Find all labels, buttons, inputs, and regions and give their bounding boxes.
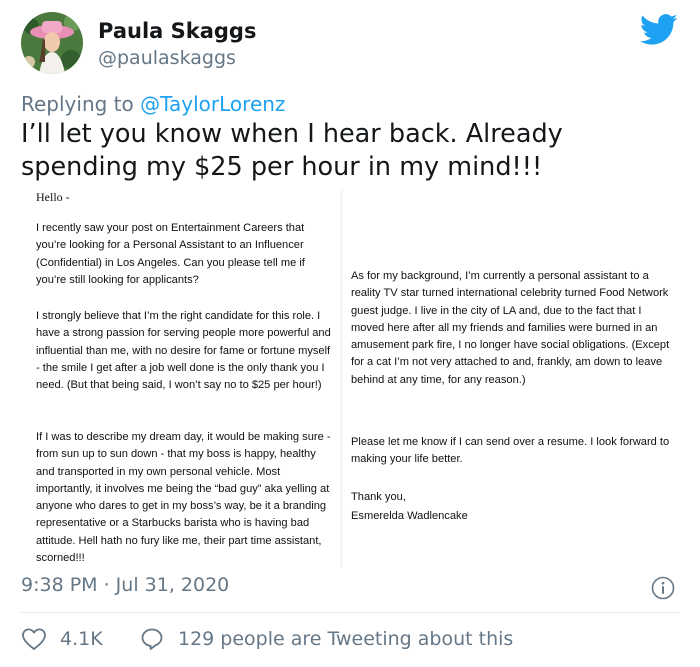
like-button[interactable]: 4.1K xyxy=(21,626,103,652)
letter-closing: Thank you, xyxy=(351,491,406,503)
author-handle[interactable]: @paulaskaggs xyxy=(98,47,236,69)
attached-image[interactable]: Hello - I recently saw your post on Ente… xyxy=(22,190,678,568)
like-count: 4.1K xyxy=(60,628,103,650)
letter-paragraph: If I was to describe my dream day, it wo… xyxy=(36,431,331,565)
letter-greeting: Hello - xyxy=(36,190,70,204)
twitter-bird-icon[interactable] xyxy=(640,14,678,46)
reply-context: Replying to @TaylorLorenz xyxy=(21,92,285,116)
info-icon[interactable] xyxy=(651,576,675,600)
letter-paragraph: Please let me know if I can send over a … xyxy=(351,436,670,466)
letter-page-left: Hello - I recently saw your post on Ente… xyxy=(22,190,340,568)
tweet-text: I’ll let you know when I hear back. Alre… xyxy=(21,119,563,182)
letter-paragraph: As for my background, I’m currently a pe… xyxy=(351,270,670,386)
letter-paragraph: I recently saw your post on Entertainmen… xyxy=(36,222,305,286)
reply-mention-link[interactable]: @TaylorLorenz xyxy=(140,92,285,116)
conversation-button[interactable]: 129 people are Tweeting about this xyxy=(140,626,513,652)
letter-signature: Esmerelda Wadlencake xyxy=(351,510,468,522)
letter-page-right: As for my background, I’m currently a pe… xyxy=(343,190,678,568)
reply-prefix: Replying to xyxy=(21,92,141,116)
divider xyxy=(21,612,679,613)
speech-bubble-icon xyxy=(141,628,163,650)
heart-icon xyxy=(22,628,46,650)
conversation-text: 129 people are Tweeting about this xyxy=(178,628,514,650)
tweet-timestamp[interactable]: 9:38 PM · Jul 31, 2020 xyxy=(21,574,229,596)
avatar[interactable] xyxy=(21,12,83,74)
author-display-name[interactable]: Paula Skaggs xyxy=(98,19,256,43)
letter-paragraph: I strongly believe that I’m the right ca… xyxy=(36,310,331,392)
